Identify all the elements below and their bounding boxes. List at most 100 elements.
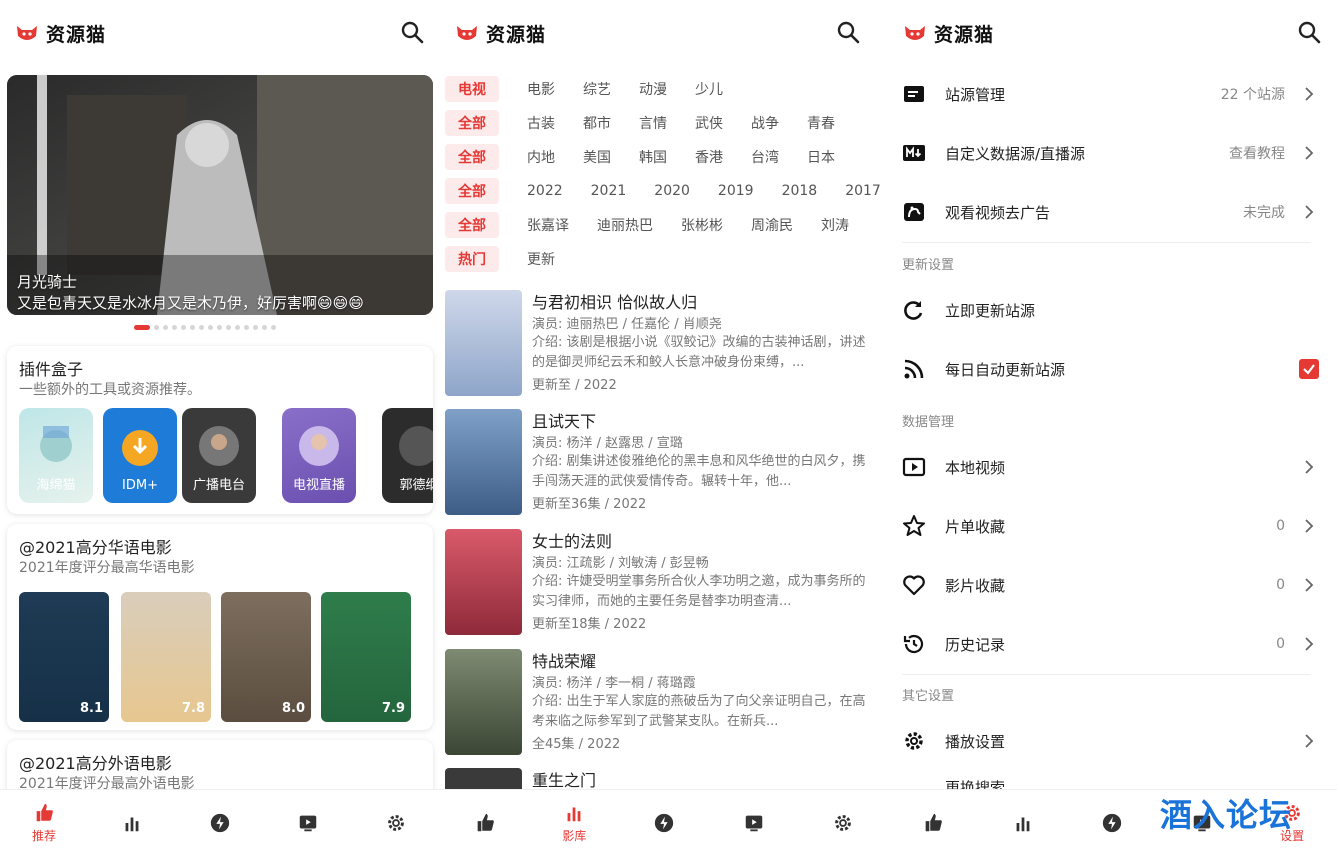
movie-poster[interactable]: 7.9 — [321, 592, 411, 722]
carousel-dot[interactable] — [271, 325, 276, 330]
search-icon[interactable] — [836, 20, 860, 44]
filter-chip-active[interactable]: 电视 — [445, 76, 499, 102]
filter-option[interactable]: 言情 — [639, 113, 667, 133]
nav-settings[interactable] — [366, 793, 426, 853]
filter-option[interactable]: 2017 — [845, 183, 881, 199]
nav-library[interactable]: 影库 — [544, 793, 604, 853]
filter-option[interactable]: 迪丽热巴 — [597, 215, 653, 235]
carousel-dot[interactable] — [154, 325, 159, 330]
filter-option[interactable]: 综艺 — [583, 79, 611, 99]
filter-chip-active[interactable]: 全部 — [445, 110, 499, 136]
show-list-item[interactable]: 女士的法则 演员: 江疏影 / 刘敏涛 / 彭昱畅 介绍: 许婕受明堂事务所合伙… — [440, 525, 888, 637]
filter-option[interactable]: 2019 — [718, 183, 754, 199]
settings-source-manage[interactable]: 站源管理 22 个站源 — [888, 65, 1337, 123]
nav-settings[interactable] — [813, 793, 873, 853]
search-icon[interactable] — [1297, 20, 1321, 44]
settings-search-partial[interactable]: 更换搜索 — [888, 771, 1337, 791]
filter-option[interactable]: 2021 — [591, 183, 627, 199]
filter-option[interactable]: 电影 — [527, 79, 555, 99]
filter-option[interactable]: 美国 — [583, 147, 611, 167]
nav-recommend[interactable]: 推荐 — [14, 793, 74, 853]
settings-custom-source[interactable]: 自定义数据源/直播源 查看教程 — [888, 124, 1337, 182]
nav-library[interactable] — [102, 793, 162, 853]
show-list-item[interactable]: 且试天下 演员: 杨洋 / 赵露思 / 宣璐 介绍: 剧集讲述俊雅绝伦的黑丰息和… — [440, 405, 888, 517]
filter-option[interactable]: 2020 — [654, 183, 690, 199]
settings-history[interactable]: 历史记录 0 — [888, 615, 1337, 673]
carousel-dot[interactable] — [235, 325, 240, 330]
carousel-dot[interactable] — [181, 325, 186, 330]
flash-icon — [654, 813, 674, 832]
flash-icon — [210, 813, 230, 832]
nav-flash[interactable] — [190, 793, 250, 853]
filter-option[interactable]: 都市 — [583, 113, 611, 133]
filter-chip-active[interactable]: 全部 — [445, 144, 499, 170]
carousel-dot[interactable] — [262, 325, 267, 330]
carousel-dot[interactable] — [244, 325, 249, 330]
nav-video[interactable] — [278, 793, 338, 853]
settings-update-now[interactable]: 立即更新站源 — [888, 281, 1337, 339]
settings-playback[interactable]: 播放设置 — [888, 712, 1337, 770]
filter-option[interactable]: 张嘉译 — [527, 215, 569, 235]
settings-playlist-favorites[interactable]: 片单收藏 0 — [888, 497, 1337, 555]
featured-banner[interactable]: 月光骑士 又是包青天又是水冰月又是木乃伊，好厉害啊😄😄😄 — [7, 75, 433, 315]
search-icon[interactable] — [400, 20, 424, 44]
filter-option[interactable]: 武侠 — [695, 113, 723, 133]
filter-option[interactable]: 周渝民 — [751, 215, 793, 235]
filter-row-type: 电视 电影 综艺 动漫 少儿 — [440, 72, 888, 106]
filter-option[interactable]: 刘涛 — [821, 215, 849, 235]
show-title: 重生之门 — [532, 771, 597, 790]
history-icon — [903, 634, 924, 654]
filter-option[interactable]: 内地 — [527, 147, 555, 167]
carousel-dot[interactable] — [163, 325, 168, 330]
gear-icon — [388, 814, 404, 831]
filter-option[interactable]: 少儿 — [695, 79, 723, 99]
filter-option[interactable]: 战争 — [751, 113, 779, 133]
filter-option[interactable]: 香港 — [695, 147, 723, 167]
nav-flash[interactable] — [1082, 793, 1142, 853]
carousel-dot[interactable] — [226, 325, 231, 330]
carousel-dot[interactable] — [253, 325, 258, 330]
plugin-item[interactable]: 广播电台 — [182, 408, 256, 503]
filter-option[interactable]: 台湾 — [751, 147, 779, 167]
filter-option[interactable]: 动漫 — [639, 79, 667, 99]
filter-chip-active[interactable]: 全部 — [445, 212, 499, 238]
carousel-dot[interactable] — [217, 325, 222, 330]
movie-poster[interactable]: 8.0 — [221, 592, 311, 722]
show-list-item[interactable]: 与君初相识 恰似故人归 演员: 迪丽热巴 / 任嘉伦 / 肖顺尧 介绍: 该剧是… — [440, 286, 888, 398]
movie-poster[interactable]: 7.8 — [121, 592, 211, 722]
settings-ad-free[interactable]: 观看视频去广告 未完成 — [888, 183, 1337, 241]
carousel-dot[interactable] — [172, 325, 177, 330]
show-title: 特战荣耀 — [532, 652, 597, 671]
movie-poster[interactable]: 8.1 — [19, 592, 109, 722]
settings-auto-update[interactable]: 每日自动更新站源 — [888, 340, 1337, 398]
nav-video[interactable] — [724, 793, 784, 853]
filter-option[interactable]: 更新 — [527, 249, 555, 269]
filter-row-genre: 全部 古装 都市 言情 武侠 战争 青春 — [440, 106, 888, 140]
rss-icon — [904, 359, 924, 379]
nav-library[interactable] — [993, 793, 1053, 853]
nav-flash[interactable] — [634, 793, 694, 853]
filter-chip-active[interactable]: 全部 — [445, 178, 499, 204]
filter-option[interactable]: 日本 — [807, 147, 835, 167]
filter-option[interactable]: 张彬彬 — [681, 215, 723, 235]
show-list-item[interactable]: 特战荣耀 演员: 杨洋 / 李一桐 / 蒋璐霞 介绍: 出生于军人家庭的燕破岳为… — [440, 645, 888, 757]
carousel-dot[interactable] — [199, 325, 204, 330]
filter-option[interactable]: 古装 — [527, 113, 555, 133]
settings-movie-favorites[interactable]: 影片收藏 0 — [888, 556, 1337, 614]
carousel-dot[interactable] — [208, 325, 213, 330]
carousel-dot[interactable] — [190, 325, 195, 330]
plugin-item[interactable]: 电视直播 — [282, 408, 356, 503]
plugin-item[interactable]: IDM+ — [103, 408, 177, 503]
filter-option[interactable]: 2018 — [782, 183, 818, 199]
nav-recommend[interactable] — [903, 793, 963, 853]
filter-option[interactable]: 2022 — [527, 183, 563, 199]
filter-option[interactable]: 青春 — [807, 113, 835, 133]
filter-option[interactable]: 韩国 — [639, 147, 667, 167]
plugin-item[interactable]: 郭德纲 — [382, 408, 433, 503]
plugin-item[interactable]: 海绵猫 — [19, 408, 93, 503]
nav-recommend[interactable] — [455, 793, 515, 853]
carousel-dot[interactable] — [134, 325, 150, 330]
settings-local-video[interactable]: 本地视频 — [888, 438, 1337, 496]
auto-update-checkbox[interactable] — [1299, 359, 1319, 379]
filter-chip-active[interactable]: 热门 — [445, 246, 499, 272]
